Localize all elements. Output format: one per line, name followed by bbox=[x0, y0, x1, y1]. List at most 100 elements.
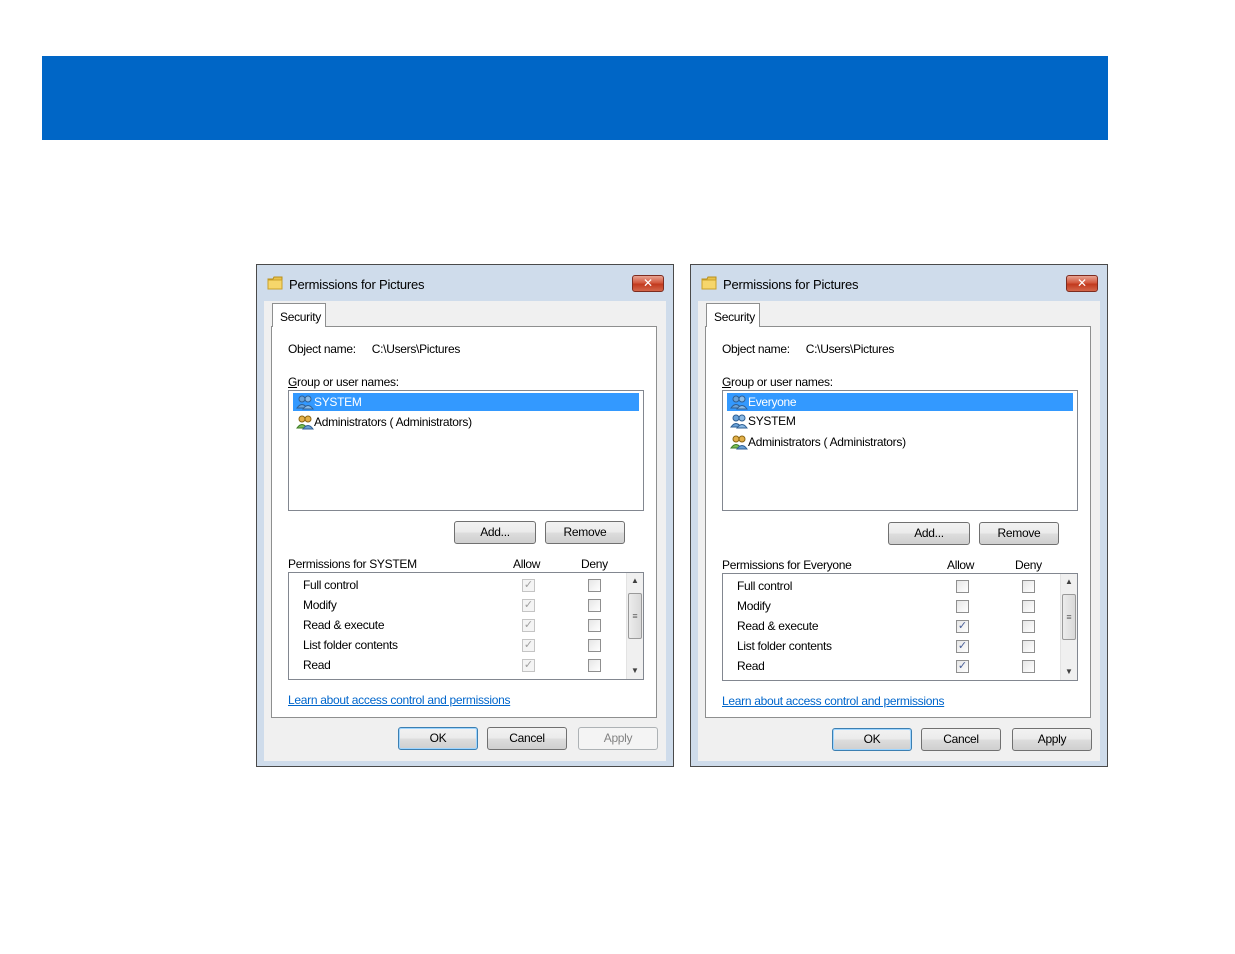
permission-name: Modify bbox=[737, 599, 771, 613]
deny-checkbox[interactable] bbox=[1022, 620, 1035, 633]
object-name-label: Object name: bbox=[288, 342, 356, 356]
security-panel: Object name: C:\Users\Pictures Group or u… bbox=[271, 326, 657, 718]
permission-row: List folder contents ✓ bbox=[289, 636, 623, 656]
permission-name: List folder contents bbox=[737, 639, 832, 653]
user-list[interactable]: SYSTEM Administrators ( Administrators) bbox=[288, 390, 644, 511]
list-item-everyone[interactable]: Everyone bbox=[727, 393, 1073, 411]
deny-checkbox[interactable] bbox=[1022, 640, 1035, 653]
allow-checkbox[interactable]: ✓ bbox=[522, 579, 535, 592]
title-bar[interactable]: Permissions for Pictures ✕ bbox=[257, 265, 673, 301]
allow-checkbox[interactable]: ✓ bbox=[522, 659, 535, 672]
user-name: SYSTEM bbox=[748, 414, 796, 428]
dialog-body: Security Object name: C:\Users\Pictures G… bbox=[264, 301, 666, 761]
remove-button[interactable]: Remove bbox=[545, 521, 625, 544]
title-bar[interactable]: Permissions for Pictures ✕ bbox=[691, 265, 1107, 301]
close-button[interactable]: ✕ bbox=[632, 275, 664, 292]
add-button[interactable]: Add... bbox=[888, 522, 970, 545]
permission-name: Read & execute bbox=[737, 619, 819, 633]
apply-button[interactable]: Apply bbox=[578, 727, 658, 750]
user-name: Administrators ( Administrators) bbox=[314, 415, 472, 429]
scroll-thumb[interactable]: ≡ bbox=[628, 593, 642, 639]
permission-name: Modify bbox=[303, 598, 337, 612]
deny-checkbox[interactable] bbox=[588, 619, 601, 632]
scroll-up-arrow-icon[interactable]: ▲ bbox=[1061, 574, 1077, 590]
allow-checkbox[interactable]: ✓ bbox=[522, 639, 535, 652]
allow-checkbox[interactable]: ✓ bbox=[522, 619, 535, 632]
scroll-down-arrow-icon[interactable]: ▼ bbox=[1061, 664, 1077, 680]
deny-checkbox[interactable] bbox=[588, 599, 601, 612]
permission-name: Full control bbox=[303, 578, 359, 592]
permission-row: Modify ✓ bbox=[289, 596, 623, 616]
permissions-label: Permissions for Everyone bbox=[722, 558, 852, 572]
remove-button[interactable]: Remove bbox=[979, 522, 1059, 545]
permission-name: Read bbox=[303, 658, 331, 672]
cancel-button[interactable]: Cancel bbox=[921, 728, 1001, 751]
permissions-dialog-everyone: Permissions for Pictures ✕ Security Obje… bbox=[690, 264, 1108, 767]
learn-access-control-link[interactable]: Learn about access control and permissio… bbox=[722, 694, 945, 708]
tab-security[interactable]: Security bbox=[706, 303, 760, 327]
ok-button[interactable]: OK bbox=[398, 727, 478, 750]
permissions-label: Permissions for SYSTEM bbox=[288, 557, 417, 571]
close-button[interactable]: ✕ bbox=[1066, 275, 1098, 292]
permissions-dialog-system: Permissions for Pictures ✕ Security Obje… bbox=[256, 264, 674, 767]
permission-row: Read & execute ✓ bbox=[723, 617, 1057, 637]
permission-name: List folder contents bbox=[303, 638, 398, 652]
group-label-rest: roup or user names: bbox=[297, 375, 399, 389]
vertical-scrollbar[interactable]: ▲ ≡ ▼ bbox=[1060, 574, 1077, 680]
learn-access-control-link[interactable]: Learn about access control and permissio… bbox=[288, 693, 511, 707]
allow-checkbox[interactable]: ✓ bbox=[522, 599, 535, 612]
deny-checkbox[interactable] bbox=[588, 579, 601, 592]
user-name: Everyone bbox=[748, 395, 797, 409]
list-item-administrators[interactable]: Administrators ( Administrators) bbox=[727, 433, 1073, 451]
users-group-icon bbox=[730, 395, 748, 410]
permissions-list: Full control Modify Read & execute ✓ Lis… bbox=[722, 573, 1078, 681]
user-name: SYSTEM bbox=[314, 395, 362, 409]
deny-column-header: Deny bbox=[1015, 558, 1042, 572]
group-label-rest: roup or user names: bbox=[731, 375, 833, 389]
permission-row: Full control bbox=[723, 577, 1057, 597]
object-name-value: C:\Users\Pictures bbox=[805, 342, 895, 356]
allow-checkbox[interactable] bbox=[956, 600, 969, 613]
list-item-administrators[interactable]: Administrators ( Administrators) bbox=[293, 413, 639, 431]
dialog-title: Permissions for Pictures bbox=[723, 277, 859, 292]
permission-row: List folder contents ✓ bbox=[723, 637, 1057, 657]
allow-checkbox[interactable]: ✓ bbox=[956, 620, 969, 633]
deny-checkbox[interactable] bbox=[1022, 580, 1035, 593]
users-group-icon bbox=[296, 395, 314, 410]
permission-name: Read bbox=[737, 659, 765, 673]
ok-button[interactable]: OK bbox=[832, 728, 912, 751]
user-list[interactable]: Everyone SYSTEM Administrators ( Adminis… bbox=[722, 390, 1078, 511]
permissions-list: Full control ✓ Modify ✓ Read & execute ✓… bbox=[288, 572, 644, 680]
admin-group-icon bbox=[296, 415, 314, 430]
allow-checkbox[interactable]: ✓ bbox=[956, 640, 969, 653]
allow-checkbox[interactable]: ✓ bbox=[956, 660, 969, 673]
security-panel: Object name: C:\Users\Pictures Group or u… bbox=[705, 326, 1091, 718]
permission-row: Modify bbox=[723, 597, 1057, 617]
apply-button[interactable]: Apply bbox=[1012, 728, 1092, 751]
add-button[interactable]: Add... bbox=[454, 521, 536, 544]
deny-checkbox[interactable] bbox=[1022, 660, 1035, 673]
vertical-scrollbar[interactable]: ▲ ≡ ▼ bbox=[626, 573, 643, 679]
permission-row: Full control ✓ bbox=[289, 576, 623, 596]
user-name: Administrators ( Administrators) bbox=[748, 435, 906, 449]
list-item-system[interactable]: SYSTEM bbox=[293, 393, 639, 411]
scroll-thumb[interactable]: ≡ bbox=[1062, 594, 1076, 640]
group-label-mnemonic: G bbox=[722, 375, 732, 389]
tab-security[interactable]: Security bbox=[272, 303, 326, 327]
folder-icon bbox=[267, 276, 283, 290]
list-item-system[interactable]: SYSTEM bbox=[727, 412, 1073, 430]
folder-icon bbox=[701, 276, 717, 290]
deny-checkbox[interactable] bbox=[588, 639, 601, 652]
cancel-button[interactable]: Cancel bbox=[487, 727, 567, 750]
scroll-down-arrow-icon[interactable]: ▼ bbox=[627, 663, 643, 679]
permission-row: Read ✓ bbox=[723, 657, 1057, 677]
dialog-title: Permissions for Pictures bbox=[289, 277, 425, 292]
deny-checkbox[interactable] bbox=[588, 659, 601, 672]
allow-column-header: Allow bbox=[513, 557, 541, 571]
allow-column-header: Allow bbox=[947, 558, 975, 572]
object-name: Object name: C:\Users\Pictures bbox=[722, 342, 894, 356]
allow-checkbox[interactable] bbox=[956, 580, 969, 593]
scroll-up-arrow-icon[interactable]: ▲ bbox=[627, 573, 643, 589]
deny-column-header: Deny bbox=[581, 557, 608, 571]
deny-checkbox[interactable] bbox=[1022, 600, 1035, 613]
